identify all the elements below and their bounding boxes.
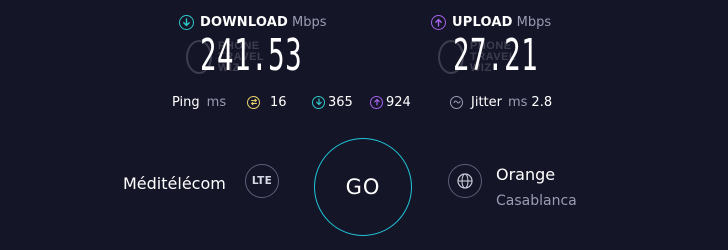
jitter-stat: Jitter ms 2.8 [450,94,552,110]
upload-label: UPLOAD [452,14,513,30]
download-speed-value: 241.53 [200,30,303,81]
download-label: DOWNLOAD [200,14,289,30]
ping-stat: Ping ms [172,94,226,110]
provider-name: Méditélécom [123,174,226,193]
upload-arrow-icon [431,14,446,30]
upload-speed-value: 27.21 [453,30,539,81]
ping-label: Ping [172,94,200,110]
download-unit: Mbps [292,14,327,30]
jitter-label: Jitter [471,94,502,110]
download-header: DOWNLOAD Mbps [179,12,327,32]
server-location[interactable]: Casablanca [496,191,577,211]
download-ping-value: 365 [328,94,353,110]
upload-header: UPLOAD Mbps [431,12,551,32]
jitter-wave-icon [450,95,463,109]
upload-unit: Mbps [516,14,552,30]
download-ping-stat: 365 [312,94,353,110]
upload-latency-icon [370,95,383,109]
connection-type-badge: LTE [245,164,279,198]
idle-ping-stat: 16 [247,94,287,110]
upload-ping-stat: 924 [370,94,411,110]
jitter-value: 2.8 [531,94,553,110]
jitter-unit: ms [507,94,528,110]
go-button[interactable]: GO [314,138,412,236]
download-latency-icon [312,95,325,109]
idle-ping-value: 16 [270,94,287,110]
globe-icon[interactable] [448,164,482,198]
server-name[interactable]: Orange [496,165,555,185]
idle-latency-icon [247,95,260,109]
ping-unit: ms [206,94,227,110]
upload-ping-value: 924 [386,94,411,110]
download-arrow-icon [179,14,194,30]
